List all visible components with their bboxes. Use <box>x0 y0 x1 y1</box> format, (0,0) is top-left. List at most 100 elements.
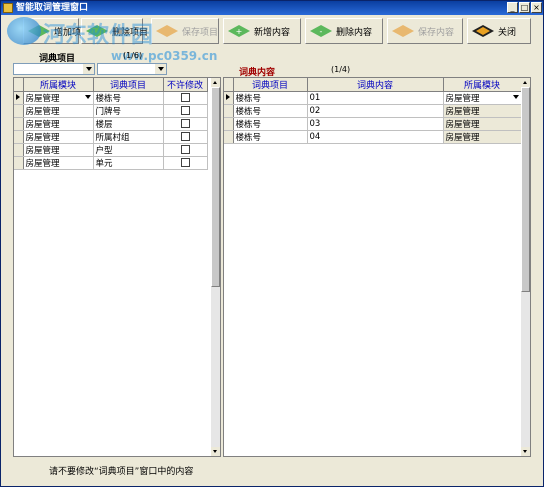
cell-item[interactable]: 户型 <box>93 143 164 157</box>
table-row[interactable]: 房屋管理 门牌号 <box>14 104 208 118</box>
cell-module[interactable]: 房屋管理 <box>23 91 94 105</box>
app-icon <box>3 3 13 13</box>
scroll-up-icon[interactable] <box>211 78 220 87</box>
chevron-down-icon[interactable] <box>155 64 166 74</box>
locked-checkbox[interactable] <box>180 119 190 128</box>
cell-item[interactable]: 门牌号 <box>93 104 164 118</box>
watermark-logo <box>7 17 41 45</box>
save-item-button[interactable]: 保存项目 <box>151 18 219 44</box>
cell-module-text: 房屋管理 <box>445 94 480 104</box>
cell-content[interactable]: 02 <box>307 104 444 118</box>
minimize-button[interactable]: _ <box>507 2 518 13</box>
table-row[interactable]: 楼栋号 01 房屋管理 <box>224 91 522 105</box>
cell-module[interactable]: 房屋管理 <box>23 143 94 157</box>
locked-checkbox[interactable] <box>180 145 190 154</box>
cell-module[interactable]: 房屋管理 <box>23 104 94 118</box>
row-indicator <box>14 156 24 170</box>
current-row-pointer-icon <box>226 94 230 100</box>
cell-locked[interactable] <box>163 156 208 170</box>
cell-module[interactable]: 房屋管理 <box>443 104 522 118</box>
column-header-module[interactable]: 所属模块 <box>23 78 94 92</box>
table-row[interactable]: 楼栋号 04 房屋管理 <box>224 130 522 144</box>
cell-locked[interactable] <box>163 130 208 144</box>
locked-checkbox[interactable] <box>180 132 190 141</box>
svg-text:-: - <box>320 27 323 36</box>
add-content-button[interactable]: + 新增内容 <box>223 18 301 44</box>
chevron-down-icon[interactable] <box>83 64 94 74</box>
cell-content[interactable]: 01 <box>307 91 444 105</box>
save-content-button[interactable]: 保存内容 <box>387 18 463 44</box>
delete-content-button[interactable]: - 删除内容 <box>305 18 383 44</box>
status-message: 请不要修改“词典项目”窗口中的内容 <box>49 467 194 477</box>
scroll-down-icon[interactable] <box>211 447 220 456</box>
table-row[interactable]: 房屋管理 所属村组 <box>14 130 208 144</box>
header-indicator <box>14 78 24 92</box>
delete-content-icon: - <box>310 25 332 37</box>
content-header-row: 词典项目 词典内容 所属模块 <box>224 78 522 92</box>
cell-item[interactable]: 单元 <box>93 156 164 170</box>
row-indicator <box>14 117 24 131</box>
cell-locked[interactable] <box>163 143 208 157</box>
maximize-button[interactable]: □ <box>519 2 530 13</box>
column-header-item[interactable]: 词典项目 <box>93 78 164 92</box>
scroll-down-icon[interactable] <box>521 447 530 456</box>
window-close-button[interactable]: × <box>531 2 542 13</box>
header-indicator <box>224 78 234 92</box>
cell-item[interactable]: 楼栋号 <box>233 104 308 118</box>
locked-checkbox[interactable] <box>180 106 190 115</box>
cell-content[interactable]: 03 <box>307 117 444 131</box>
cell-item[interactable]: 楼栋号 <box>93 91 164 105</box>
row-indicator <box>14 143 24 157</box>
svg-text:+: + <box>236 27 243 36</box>
close-button[interactable]: 关闭 <box>467 18 531 44</box>
cell-item[interactable]: 楼栋号 <box>233 117 308 131</box>
cell-locked[interactable] <box>163 91 208 105</box>
item-filter-combo[interactable] <box>97 63 167 75</box>
cell-locked[interactable] <box>163 117 208 131</box>
cell-module[interactable]: 房屋管理 <box>443 130 522 144</box>
cell-module[interactable]: 房屋管理 <box>23 156 94 170</box>
table-row[interactable]: 房屋管理 楼层 <box>14 117 208 131</box>
scroll-thumb[interactable] <box>211 87 220 287</box>
right-vertical-scrollbar[interactable] <box>521 78 530 456</box>
chevron-down-icon[interactable] <box>512 95 519 99</box>
cell-item[interactable]: 楼层 <box>93 117 164 131</box>
left-vertical-scrollbar[interactable] <box>211 78 220 456</box>
row-indicator <box>14 130 24 144</box>
scroll-up-icon[interactable] <box>521 78 530 87</box>
cell-content[interactable]: 04 <box>307 130 444 144</box>
table-row[interactable]: 楼栋号 03 房屋管理 <box>224 117 522 131</box>
cell-module[interactable]: 房屋管理 <box>23 117 94 131</box>
main-window: 智能取词管理窗口 _ □ × 增加项目 删除项目 保存项目 + 新增内容 - 删… <box>0 0 544 487</box>
scroll-thumb[interactable] <box>521 87 530 292</box>
column-header-content[interactable]: 词典内容 <box>307 78 444 92</box>
row-indicator <box>224 91 234 105</box>
cell-module[interactable]: 房屋管理 <box>443 117 522 131</box>
dictionary-content-grid: 词典项目 词典内容 所属模块 楼栋号 01 房屋管理 楼栋号 02 房屋管理 楼… <box>223 77 531 457</box>
items-header-row: 所属模块 词典项目 不许修改 <box>14 78 208 92</box>
table-row[interactable]: 楼栋号 02 房屋管理 <box>224 104 522 118</box>
cell-module-text: 房屋管理 <box>25 94 60 104</box>
add-content-icon: + <box>228 25 250 37</box>
table-row[interactable]: 房屋管理 楼栋号 <box>14 91 208 105</box>
cell-module[interactable]: 房屋管理 <box>443 91 522 105</box>
cell-item[interactable]: 所属村组 <box>93 130 164 144</box>
table-row[interactable]: 房屋管理 户型 <box>14 143 208 157</box>
column-header-item[interactable]: 词典项目 <box>233 78 308 92</box>
locked-checkbox[interactable] <box>180 93 190 102</box>
save-item-icon <box>156 25 178 37</box>
cell-item[interactable]: 楼栋号 <box>233 130 308 144</box>
row-indicator <box>14 91 24 105</box>
chevron-down-icon[interactable] <box>84 95 91 99</box>
cell-locked[interactable] <box>163 104 208 118</box>
locked-checkbox[interactable] <box>180 158 190 167</box>
cell-module[interactable]: 房屋管理 <box>23 130 94 144</box>
column-header-module[interactable]: 所属模块 <box>443 78 522 92</box>
right-record-count: (1/4) <box>331 65 351 74</box>
module-filter-combo[interactable] <box>13 63 95 75</box>
cell-item[interactable]: 楼栋号 <box>233 91 308 105</box>
column-header-locked[interactable]: 不许修改 <box>163 78 208 92</box>
window-title: 智能取词管理窗口 <box>16 3 89 13</box>
title-bar[interactable]: 智能取词管理窗口 _ □ × <box>1 1 543 15</box>
table-row[interactable]: 房屋管理 单元 <box>14 156 208 170</box>
